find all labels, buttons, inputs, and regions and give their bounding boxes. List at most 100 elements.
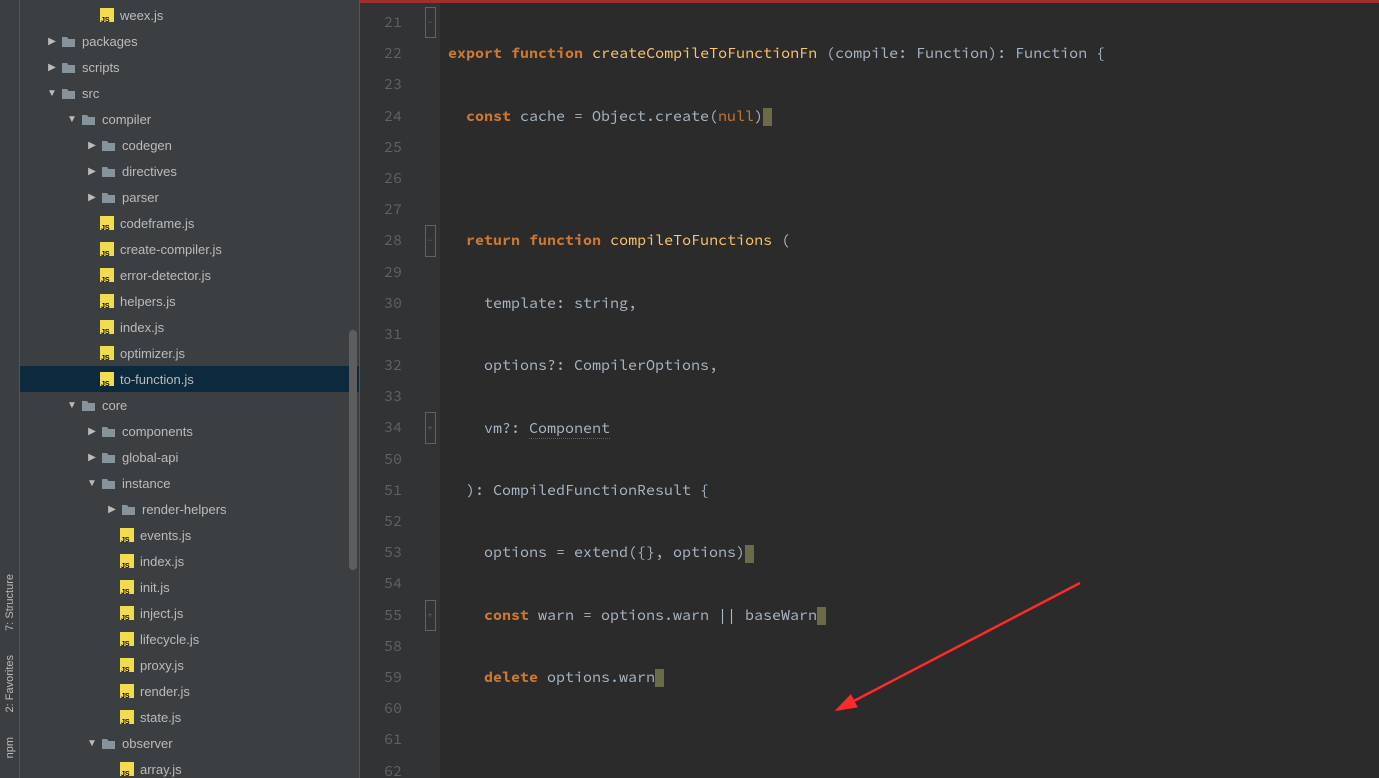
fold-collapse-icon[interactable]: − — [425, 225, 436, 256]
project-tree[interactable]: ▶weex.js▶packages▶scripts▼src▼compiler▶c… — [20, 0, 360, 778]
tree-item-label: instance — [122, 476, 170, 491]
tree-item-array-js[interactable]: ▶array.js — [20, 756, 359, 778]
tree-item-label: lifecycle.js — [140, 632, 199, 647]
line-number: 50 — [360, 444, 402, 475]
tree-item-label: observer — [122, 736, 173, 751]
tree-arrow[interactable]: ▼ — [46, 88, 58, 99]
line-number: 54 — [360, 568, 402, 599]
tree-item-to-function-js[interactable]: ▶to-function.js — [20, 366, 359, 392]
tree-item-init-js[interactable]: ▶init.js — [20, 574, 359, 600]
tree-item-directives[interactable]: ▶ directives — [20, 158, 359, 184]
tree-item-events-js[interactable]: ▶events.js — [20, 522, 359, 548]
js-file-icon — [120, 580, 134, 594]
folder-icon — [100, 137, 116, 153]
tree-item-render-js[interactable]: ▶render.js — [20, 678, 359, 704]
line-number: 53 — [360, 537, 402, 568]
tree-item-index-js[interactable]: ▶index.js — [20, 548, 359, 574]
tree-arrow[interactable]: ▶ — [46, 62, 58, 73]
structure-tool[interactable]: 7: Structure — [2, 562, 18, 643]
tree-item-label: src — [82, 86, 99, 101]
tree-arrow[interactable]: ▼ — [66, 114, 78, 125]
line-number: 60 — [360, 693, 402, 724]
tree-item-label: state.js — [140, 710, 181, 725]
tree-item-weex-js[interactable]: ▶weex.js — [20, 2, 359, 28]
js-file-icon — [100, 320, 114, 334]
folder-icon — [80, 397, 96, 413]
line-number: 33 — [360, 381, 402, 412]
tree-scrollbar-thumb[interactable] — [349, 330, 357, 570]
tree-arrow[interactable]: ▼ — [86, 738, 98, 749]
tree-item-label: scripts — [82, 60, 120, 75]
fold-expand-icon[interactable]: + — [425, 600, 436, 631]
tree-item-codegen[interactable]: ▶ codegen — [20, 132, 359, 158]
npm-tool[interactable]: npm — [2, 725, 18, 770]
tree-item-label: inject.js — [140, 606, 183, 621]
tree-item-instance[interactable]: ▼ instance — [20, 470, 359, 496]
tree-arrow[interactable]: ▶ — [86, 192, 98, 203]
tree-item-label: init.js — [140, 580, 170, 595]
line-number: 58 — [360, 631, 402, 662]
tree-item-scripts[interactable]: ▶ scripts — [20, 54, 359, 80]
tree-arrow[interactable]: ▶ — [46, 36, 58, 47]
tree-item-global-api[interactable]: ▶ global-api — [20, 444, 359, 470]
tree-item-parser[interactable]: ▶parser — [20, 184, 359, 210]
tree-item-index-js[interactable]: ▶index.js — [20, 314, 359, 340]
js-file-icon — [100, 346, 114, 360]
js-file-icon — [100, 242, 114, 256]
tree-item-label: components — [122, 424, 193, 439]
js-file-icon — [100, 216, 114, 230]
line-number: 52 — [360, 506, 402, 537]
tree-arrow[interactable]: ▶ — [86, 140, 98, 151]
tree-item-state-js[interactable]: ▶state.js — [20, 704, 359, 730]
line-number: 30 — [360, 288, 402, 319]
line-number: 27 — [360, 194, 402, 225]
code-editor[interactable]: 2122232425262728293031323334505152535455… — [360, 3, 1379, 778]
js-file-icon — [100, 294, 114, 308]
folder-icon — [120, 501, 136, 517]
tree-arrow[interactable]: ▼ — [66, 400, 78, 411]
tree-item-optimizer-js[interactable]: ▶optimizer.js — [20, 340, 359, 366]
js-file-icon — [120, 528, 134, 542]
code-content[interactable]: export function createCompileToFunctionF… — [440, 3, 1379, 778]
tree-item-create-compiler-js[interactable]: ▶create-compiler.js — [20, 236, 359, 262]
fold-expand-icon[interactable]: + — [425, 412, 436, 443]
tree-item-error-detector-js[interactable]: ▶error-detector.js — [20, 262, 359, 288]
tree-item-helpers-js[interactable]: ▶helpers.js — [20, 288, 359, 314]
tree-arrow[interactable]: ▶ — [86, 426, 98, 437]
favorites-tool[interactable]: 2: Favorites — [2, 643, 18, 724]
line-number: 62 — [360, 756, 402, 778]
folder-icon — [100, 735, 116, 751]
js-file-icon — [120, 606, 134, 620]
folder-icon — [80, 111, 96, 127]
line-number: 29 — [360, 257, 402, 288]
annotation-arrow — [830, 573, 1090, 723]
tree-item-src[interactable]: ▼ src — [20, 80, 359, 106]
tree-arrow[interactable]: ▶ — [106, 504, 118, 515]
fold-collapse-icon[interactable]: − — [425, 7, 436, 38]
tree-item-inject-js[interactable]: ▶inject.js — [20, 600, 359, 626]
tree-item-label: events.js — [140, 528, 191, 543]
tree-arrow[interactable]: ▼ — [86, 478, 98, 489]
tree-item-label: global-api — [122, 450, 178, 465]
tree-item-compiler[interactable]: ▼ compiler — [20, 106, 359, 132]
tree-item-label: index.js — [120, 320, 164, 335]
tree-item-label: core — [102, 398, 127, 413]
tree-item-label: codegen — [122, 138, 172, 153]
tree-item-label: compiler — [102, 112, 151, 127]
tree-item-core[interactable]: ▼ core — [20, 392, 359, 418]
tree-item-label: error-detector.js — [120, 268, 211, 283]
js-file-icon — [120, 710, 134, 724]
line-number: 24 — [360, 101, 402, 132]
tree-item-components[interactable]: ▶ components — [20, 418, 359, 444]
line-number: 21 — [360, 7, 402, 38]
tree-item-render-helpers[interactable]: ▶render-helpers — [20, 496, 359, 522]
tree-item-proxy-js[interactable]: ▶proxy.js — [20, 652, 359, 678]
tree-item-lifecycle-js[interactable]: ▶lifecycle.js — [20, 626, 359, 652]
js-file-icon — [100, 372, 114, 386]
tree-item-packages[interactable]: ▶packages — [20, 28, 359, 54]
tree-arrow[interactable]: ▶ — [86, 452, 98, 463]
tree-item-codeframe-js[interactable]: ▶codeframe.js — [20, 210, 359, 236]
tree-arrow[interactable]: ▶ — [86, 166, 98, 177]
tree-item-observer[interactable]: ▼ observer — [20, 730, 359, 756]
tree-item-label: directives — [122, 164, 177, 179]
